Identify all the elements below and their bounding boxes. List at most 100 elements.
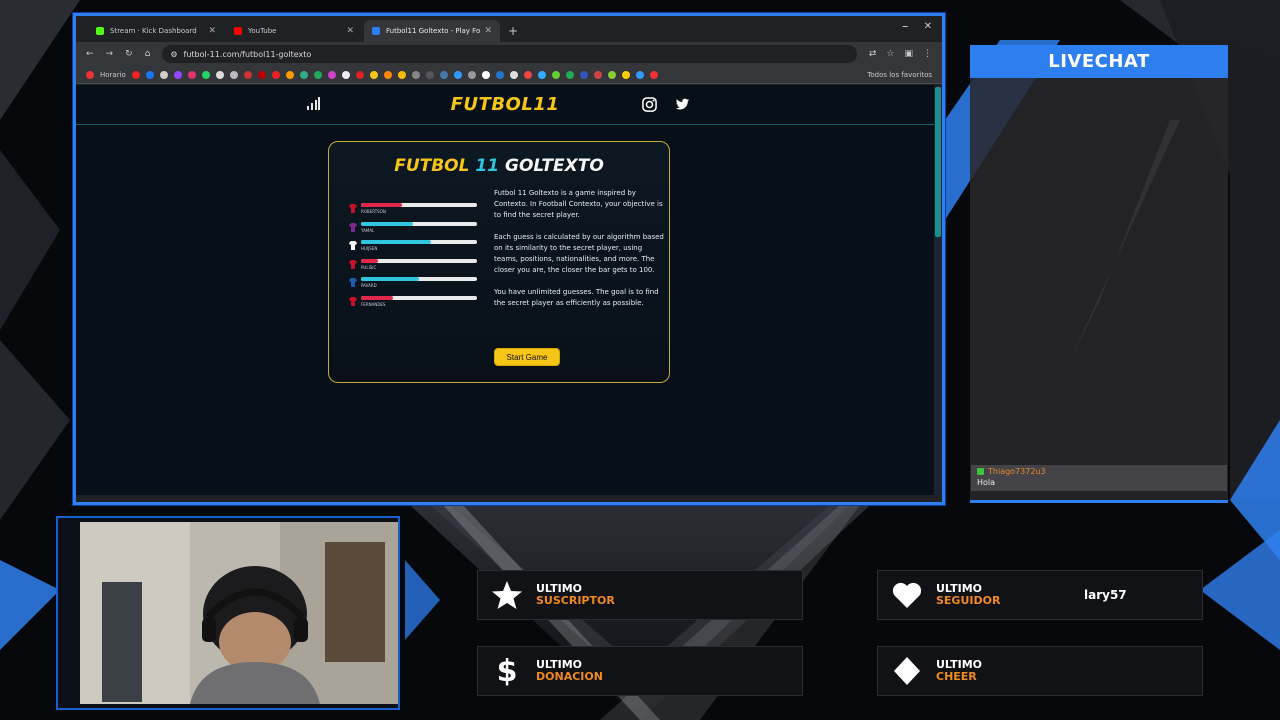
bookmark-icon[interactable] <box>453 70 462 79</box>
close-tab-icon[interactable]: ✕ <box>484 26 492 36</box>
bookmark-icon[interactable] <box>201 70 210 79</box>
kick-badge-icon <box>977 468 984 475</box>
bookmark-icon[interactable] <box>551 70 560 79</box>
extensions-icon[interactable]: ▣ <box>904 49 913 59</box>
bookmark-icon[interactable] <box>481 70 490 79</box>
bookmark-icon[interactable] <box>327 70 336 79</box>
bookmark-horario[interactable]: Horario <box>100 71 126 79</box>
bookmark-icon[interactable] <box>215 70 224 79</box>
menu-icon[interactable]: ⋮ <box>923 49 932 59</box>
home-icon[interactable]: ⌂ <box>145 49 151 59</box>
bookmark-icon[interactable] <box>411 70 420 79</box>
similarity-fill <box>361 221 414 226</box>
translate-icon[interactable]: ⇄ <box>869 49 877 59</box>
jersey-icon <box>349 241 357 251</box>
bookmark-icon[interactable] <box>271 70 280 79</box>
close-window-icon[interactable]: ✕ <box>924 21 932 32</box>
scrollbar-thumb[interactable] <box>935 87 941 237</box>
stats-icon[interactable] <box>306 97 320 111</box>
bookmark-icon[interactable] <box>593 70 602 79</box>
bookmark-icon[interactable] <box>537 70 546 79</box>
new-tab-icon[interactable]: + <box>508 20 518 42</box>
star-icon <box>492 581 522 609</box>
bookmark-icon[interactable] <box>243 70 252 79</box>
bookmark-icon[interactable] <box>145 70 154 79</box>
bookmark-icon[interactable] <box>523 70 532 79</box>
start-game-button[interactable]: Start Game <box>494 348 560 366</box>
minimize-icon[interactable]: ⎯ <box>903 21 908 32</box>
bookmark-icon[interactable] <box>621 70 630 79</box>
tab-futbol11[interactable]: Futbol11 Goltexto - Play Footb ✕ <box>364 20 500 42</box>
guess-player-name: PULISIC <box>361 264 377 270</box>
bookmark-icon[interactable] <box>607 70 616 79</box>
diamond-icon-wrap <box>878 655 936 687</box>
similarity-bar <box>361 258 477 263</box>
card-title: FUTBOL 11 GOLTEXTO <box>329 156 669 176</box>
similarity-bar <box>361 277 477 282</box>
stat-label: ULTIMO SUSCRIPTOR <box>536 583 615 607</box>
forward-icon[interactable]: → <box>106 49 114 59</box>
twitter-icon[interactable] <box>675 97 690 112</box>
jersey-icon <box>349 259 357 269</box>
bookmark-icon[interactable] <box>495 70 504 79</box>
bookmark-icon[interactable] <box>467 70 476 79</box>
heart-icon <box>892 582 922 608</box>
diamond-icon <box>894 657 920 685</box>
site-info-icon[interactable]: ⚙ <box>170 50 177 59</box>
stat-label-line2: SUSCRIPTOR <box>536 594 615 607</box>
bookmark-icon[interactable] <box>285 70 294 79</box>
site-logo[interactable]: FUTBOL11 <box>451 94 560 115</box>
tab-strip: Stream · Kick Dashboard ✕ YouTube ✕ Futb… <box>76 16 942 42</box>
bookmark-icon[interactable] <box>383 70 392 79</box>
guess-row: ROBERTSON <box>347 200 477 219</box>
bookmark-icon[interactable] <box>439 70 448 79</box>
title-goltexto: GOLTEXTO <box>504 156 604 176</box>
bookmark-icon[interactable] <box>579 70 588 79</box>
window-controls: ⎯ ✕ <box>903 21 932 32</box>
guess-row: PAVARD <box>347 274 477 293</box>
last-follower-box: ULTIMO SEGUIDOR lary57 <box>877 570 1203 620</box>
dollar-icon-wrap: $ <box>478 654 536 689</box>
chat-username-text: Thiago7372u3 <box>988 467 1046 476</box>
bookmark-icon[interactable] <box>159 70 168 79</box>
bookmark-icon[interactable] <box>355 70 364 79</box>
bookmark-icon[interactable] <box>173 70 182 79</box>
reload-icon[interactable]: ↻ <box>125 49 133 59</box>
bookmark-icon[interactable] <box>131 70 140 79</box>
bookmark-icon[interactable] <box>187 70 196 79</box>
bookmark-icon[interactable] <box>299 70 308 79</box>
dollar-icon: $ <box>496 653 518 689</box>
back-icon[interactable]: ← <box>86 49 94 59</box>
bookmark-star-icon[interactable]: ☆ <box>886 49 894 59</box>
tab-youtube[interactable]: YouTube ✕ <box>226 20 362 42</box>
bookmark-icon[interactable] <box>369 70 378 79</box>
bookmark-icon[interactable] <box>397 70 406 79</box>
url-field[interactable]: ⚙ futbol-11.com/futbol11-goltexto <box>162 45 857 63</box>
bookmark-icon[interactable] <box>86 70 94 79</box>
guess-player-name: YAMAL <box>361 227 375 233</box>
chat-message: Thiago7372u3 Hola <box>971 465 1227 491</box>
close-tab-icon[interactable]: ✕ <box>208 26 216 36</box>
bookmark-icon[interactable] <box>313 70 322 79</box>
tab-kick-dashboard[interactable]: Stream · Kick Dashboard ✕ <box>88 20 224 42</box>
youtube-favicon-icon <box>234 27 242 35</box>
kick-favicon-icon <box>96 27 104 35</box>
bookmark-icon[interactable] <box>425 70 434 79</box>
bookmark-icon[interactable] <box>649 70 658 79</box>
bookmark-icon[interactable] <box>565 70 574 79</box>
tab-title: Stream · Kick Dashboard <box>110 27 197 35</box>
bookmark-icon[interactable] <box>635 70 644 79</box>
address-bar-row: ← → ↻ ⌂ ⚙ futbol-11.com/futbol11-goltext… <box>76 42 942 66</box>
similarity-fill <box>361 295 394 300</box>
page-scrollbar[interactable] <box>934 85 942 495</box>
bookmark-icon[interactable] <box>509 70 518 79</box>
description-paragraph: Futbol 11 Goltexto is a game inspired by… <box>494 189 663 219</box>
guess-row: FERNANDES <box>347 293 477 312</box>
bookmark-icon[interactable] <box>229 70 238 79</box>
guess-player-name: PAVARD <box>361 283 377 289</box>
bookmark-icon[interactable] <box>341 70 350 79</box>
bookmark-icon[interactable] <box>257 70 266 79</box>
bookmark-all-favorites[interactable]: Todos los favoritos <box>867 71 932 79</box>
instagram-icon[interactable] <box>642 97 657 112</box>
close-tab-icon[interactable]: ✕ <box>346 26 354 36</box>
